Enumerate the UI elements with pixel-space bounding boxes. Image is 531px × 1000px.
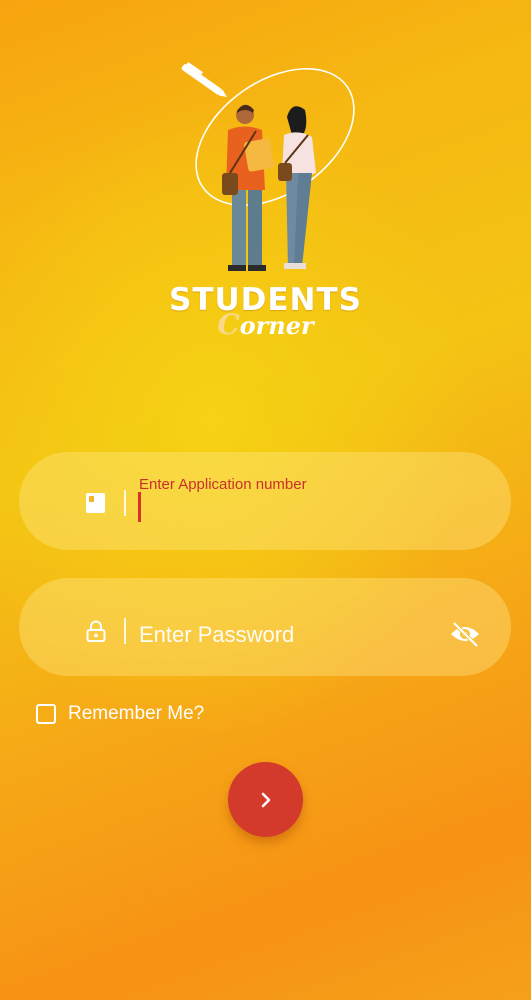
card-icon bbox=[85, 492, 107, 514]
submit-button[interactable] bbox=[228, 762, 303, 837]
text-caret bbox=[138, 492, 141, 522]
eye-off-icon[interactable] bbox=[449, 620, 481, 648]
remember-me-row[interactable]: Remember Me? bbox=[36, 701, 204, 727]
brand-corner-initial: C bbox=[217, 308, 240, 341]
chevron-right-icon bbox=[261, 792, 270, 807]
girl-figure bbox=[278, 106, 316, 269]
remember-me-checkbox[interactable] bbox=[36, 704, 56, 724]
lock-icon bbox=[85, 620, 107, 642]
password-input[interactable]: Enter Password bbox=[139, 622, 294, 648]
boy-figure bbox=[222, 104, 274, 271]
application-number-field[interactable]: Enter Application number bbox=[19, 452, 511, 550]
brand-title: STUDENTS Corner bbox=[0, 282, 531, 341]
field-divider bbox=[124, 618, 126, 644]
brand-corner-rest: orner bbox=[239, 311, 314, 340]
remember-me-label[interactable]: Remember Me? bbox=[68, 703, 204, 725]
application-number-label: Enter Application number bbox=[139, 476, 307, 493]
brand-corner-text: Corner bbox=[0, 308, 531, 341]
field-divider bbox=[124, 490, 126, 516]
pen-icon bbox=[181, 61, 228, 98]
password-field[interactable]: Enter Password bbox=[19, 578, 511, 676]
